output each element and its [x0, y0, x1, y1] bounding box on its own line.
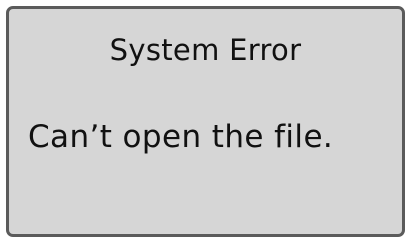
error-message: Can’t open the file.: [28, 119, 334, 155]
error-dialog: System Error Can’t open the file.: [6, 6, 405, 237]
dialog-title: System Error: [109, 33, 302, 67]
